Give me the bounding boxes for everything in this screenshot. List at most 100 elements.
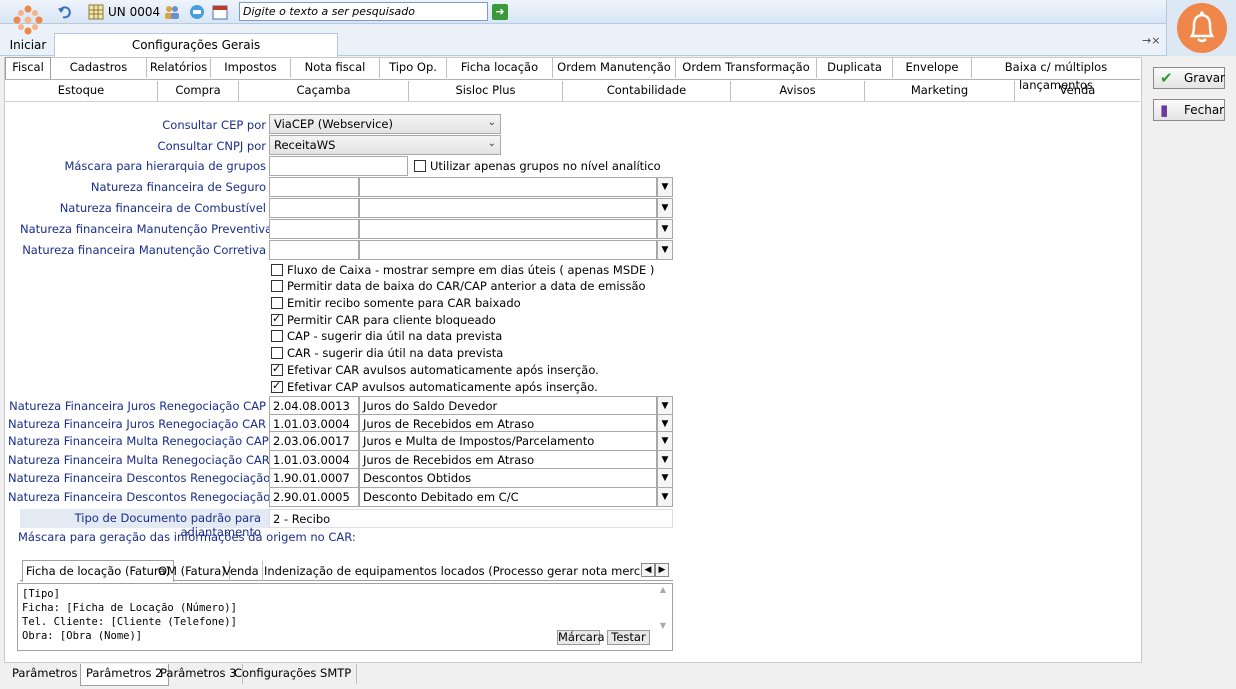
- tab-configuracoes-smtp[interactable]: Configurações SMTP: [229, 664, 358, 684]
- reneg-multa-car-desc[interactable]: Juros de Recebidos em Atraso: [359, 450, 657, 470]
- checkbox-box[interactable]: [271, 264, 283, 276]
- reneg-desc-cap-desc[interactable]: Descontos Obtidos: [359, 468, 657, 488]
- checkbox-box[interactable]: [271, 347, 283, 359]
- tab-configuracoes-gerais[interactable]: Configurações Gerais: [54, 33, 338, 57]
- tab-fiscal[interactable]: Fiscal: [5, 57, 51, 79]
- reneg-juros-cap-desc[interactable]: Juros do Saldo Devedor: [359, 396, 657, 416]
- checkbox-label: CAR - sugerir dia útil na data prevista: [287, 346, 504, 360]
- checkbox-fluxo-caixa[interactable]: Fluxo de Caixa - mostrar sempre em dias …: [271, 263, 654, 277]
- users-icon[interactable]: [164, 4, 180, 20]
- notification-bell-icon[interactable]: [1177, 3, 1227, 53]
- checkbox-box[interactable]: [271, 330, 283, 342]
- tab-ordem-manutencao[interactable]: Ordem Manutenção: [553, 58, 676, 78]
- reneg-multa-cap-dropdown-icon[interactable]: ▼: [657, 431, 673, 451]
- checkbox-efetivar-cap[interactable]: Efetivar CAP avulsos automaticamente apó…: [271, 379, 598, 394]
- tab-marketing[interactable]: Marketing: [865, 81, 1015, 101]
- checkbox-box[interactable]: [271, 280, 283, 292]
- reneg-multa-cap-code[interactable]: 2.03.06.0017: [269, 431, 359, 451]
- nat-combustivel-dropdown-icon[interactable]: ▼: [657, 198, 673, 218]
- reneg-multa-cap-desc[interactable]: Juros e Multa de Impostos/Parcelamento: [359, 431, 657, 451]
- checkbox-efetivar-car[interactable]: Efetivar CAR avulsos automaticamente apó…: [271, 362, 599, 377]
- calendar-icon[interactable]: [212, 4, 228, 20]
- tab-duplicata[interactable]: Duplicata: [817, 58, 893, 78]
- tab-cacamba[interactable]: Caçamba: [239, 81, 409, 101]
- reneg-juros-cap-dropdown-icon[interactable]: ▼: [657, 396, 673, 416]
- subtab-venda[interactable]: Venda: [220, 561, 263, 581]
- mask-group-input[interactable]: [269, 156, 408, 176]
- nat-seguro-desc-input[interactable]: [359, 177, 657, 197]
- nat-manut-corr-code-input[interactable]: [269, 240, 359, 260]
- pin-close-icon[interactable]: →×: [1142, 34, 1160, 47]
- nat-combustivel-label: Natureza financeira de Combustível: [59, 201, 266, 215]
- reneg-desc-car-code[interactable]: 2.90.01.0005: [269, 487, 359, 507]
- scroll-right-icon[interactable]: ▶: [655, 563, 669, 577]
- start-button[interactable]: Iniciar: [3, 2, 53, 54]
- checkbox-cap-dia-util[interactable]: CAP - sugerir dia útil na data prevista: [271, 329, 502, 343]
- tab-cadastros[interactable]: Cadastros: [51, 58, 147, 78]
- nat-manut-prev-dropdown-icon[interactable]: ▼: [657, 219, 673, 239]
- tipo-doc-label: Tipo de Documento padrão para adiantamen…: [20, 509, 269, 539]
- reneg-juros-cap-label: Natureza Financeira Juros Renegociação C…: [9, 399, 266, 413]
- nat-manut-corr-dropdown-icon[interactable]: ▼: [657, 240, 673, 260]
- tab-venda[interactable]: Venda: [1015, 81, 1140, 101]
- reneg-juros-cap-code[interactable]: 2.04.08.0013: [269, 396, 359, 416]
- calculator-icon[interactable]: [88, 4, 104, 20]
- nat-seguro-code-input[interactable]: [269, 177, 359, 197]
- tab-relatorios[interactable]: Relatórios: [147, 58, 211, 78]
- cep-select[interactable]: ViaCEP (Webservice) ⌄: [269, 114, 501, 134]
- nat-seguro-dropdown-icon[interactable]: ▼: [657, 177, 673, 197]
- search-input[interactable]: Digite o texto a ser pesquisado: [239, 2, 488, 21]
- testar-button[interactable]: Testar: [607, 630, 650, 645]
- tab-contabilidade[interactable]: Contabilidade: [563, 81, 731, 101]
- nat-combustivel-code-input[interactable]: [269, 198, 359, 218]
- reneg-multa-car-dropdown-icon[interactable]: ▼: [657, 450, 673, 470]
- nat-manut-corr-desc-input[interactable]: [359, 240, 657, 260]
- checkbox-box[interactable]: [414, 160, 426, 172]
- nat-manut-prev-desc-input[interactable]: [359, 219, 657, 239]
- subtab-om[interactable]: OM (Fatura): [155, 561, 230, 581]
- save-button[interactable]: ✔ Gravar: [1153, 67, 1225, 89]
- checkbox-box[interactable]: [271, 312, 283, 326]
- memo-line: [Tipo]: [22, 588, 60, 600]
- nat-manut-prev-label: Natureza financeira Manutenção Preventiv…: [20, 222, 273, 236]
- tab-impostos[interactable]: Impostos: [211, 58, 291, 78]
- checkbox-box[interactable]: [271, 362, 283, 376]
- close-button[interactable]: ▮ Fechar: [1153, 99, 1225, 121]
- checkbox-permitir-car-bloqueado[interactable]: Permitir CAR para cliente bloqueado: [271, 312, 496, 327]
- tab-ordem-transformacao[interactable]: Ordem Transformação: [676, 58, 817, 78]
- tipo-doc-value[interactable]: 2 - Recibo: [269, 509, 673, 528]
- tab-tipo-op[interactable]: Tipo Op.: [380, 58, 447, 78]
- reneg-desc-cap-code[interactable]: 1.90.01.0007: [269, 468, 359, 488]
- tab-nota-fiscal[interactable]: Nota fiscal: [291, 58, 380, 78]
- subtab-ficha-locacao[interactable]: Ficha de locação (Fatura): [22, 560, 175, 582]
- tab-envelope[interactable]: Envelope: [893, 58, 972, 78]
- reneg-desc-cap-dropdown-icon[interactable]: ▼: [657, 468, 673, 488]
- search-go-icon[interactable]: ➜: [492, 4, 508, 20]
- reneg-multa-car-code[interactable]: 1.01.03.0004: [269, 450, 359, 470]
- reneg-desc-car-desc[interactable]: Desconto Debitado em C/C: [359, 487, 657, 507]
- nat-manut-prev-code-input[interactable]: [269, 219, 359, 239]
- reneg-desc-car-label: Natureza Financeira Descontos Renegociaç…: [8, 490, 298, 504]
- tab-compra[interactable]: Compra: [158, 81, 239, 101]
- checkbox-car-dia-util[interactable]: CAR - sugerir dia útil na data prevista: [271, 346, 503, 360]
- unit-label[interactable]: UN 0004: [108, 5, 160, 19]
- mascara-button[interactable]: Márcara: [557, 630, 605, 645]
- subtab-indenizacao[interactable]: Indenização de equipamentos locados (Pro…: [261, 561, 641, 581]
- reneg-desc-car-dropdown-icon[interactable]: ▼: [657, 487, 673, 507]
- tab-baixa-multiplos[interactable]: Baixa c/ múltiplos lançamentos: [972, 58, 1140, 92]
- tab-ficha-locacao[interactable]: Ficha locação: [447, 58, 553, 78]
- checkbox-permitir-data-baixa[interactable]: Permitir data de baixa do CAR/CAP anteri…: [271, 279, 646, 293]
- cnpj-select[interactable]: ReceitaWS ⌄: [269, 135, 501, 155]
- tab-estoque[interactable]: Estoque: [5, 81, 158, 101]
- analytic-only-checkbox[interactable]: Utilizar apenas grupos no nível analític…: [414, 159, 661, 173]
- checkbox-box[interactable]: [271, 297, 283, 309]
- memo-scrollbar[interactable]: ▲ ▼: [656, 585, 670, 648]
- undo-icon[interactable]: [57, 4, 73, 20]
- nat-combustivel-desc-input[interactable]: [359, 198, 657, 218]
- tab-avisos[interactable]: Avisos: [731, 81, 865, 101]
- checkbox-emitir-recibo[interactable]: Emitir recibo somente para CAR baixado: [271, 296, 521, 310]
- checkbox-box[interactable]: [271, 379, 283, 393]
- chat-icon[interactable]: [189, 4, 205, 20]
- tab-sisloc-plus[interactable]: Sisloc Plus: [409, 81, 563, 101]
- scroll-left-icon[interactable]: ◀: [641, 563, 655, 577]
